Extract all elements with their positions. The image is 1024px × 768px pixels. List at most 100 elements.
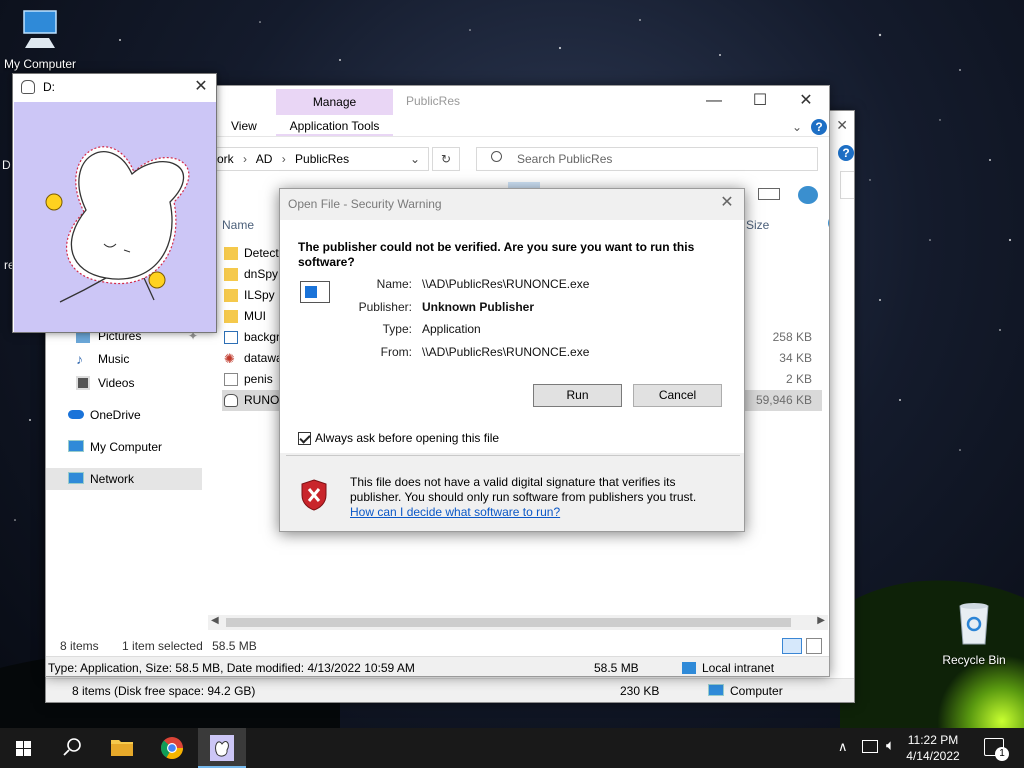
scroll-left-icon[interactable]: ◀: [211, 615, 219, 626]
file-name: MUI: [244, 309, 266, 323]
file-size: 2 KB: [785, 372, 812, 386]
file-size: 258 KB: [772, 330, 812, 344]
details-view-icon[interactable]: [782, 638, 802, 654]
checkbox-checked-icon[interactable]: [298, 432, 311, 445]
file-name: dnSpy: [244, 267, 279, 281]
sidebar-item-onedrive[interactable]: OneDrive: [50, 404, 185, 426]
taskbar-clock[interactable]: 11:22 PM 4/14/2022: [898, 732, 968, 764]
preview-pane-icon[interactable]: [758, 188, 780, 200]
status-size: 230 KB: [620, 684, 660, 698]
folder-icon: [224, 268, 238, 281]
minimize-button[interactable]: —: [691, 88, 737, 114]
windows-logo-icon: [16, 741, 31, 756]
sidebar-item-label: Network: [90, 472, 135, 486]
warning-text: This file does not have a valid digital …: [350, 475, 697, 504]
taskbar-file-explorer[interactable]: [98, 728, 146, 768]
bunny-illustration: [45, 146, 190, 303]
cancel-button[interactable]: Cancel: [633, 384, 722, 407]
desktop-icon-recycle-bin[interactable]: Recycle Bin: [934, 600, 1014, 667]
field-value-from: \\AD\PublicRes\RUNONCE.exe: [422, 345, 590, 359]
field-value-type: Application: [422, 322, 481, 336]
search-button[interactable]: [48, 728, 96, 768]
bunny-app-icon: [224, 394, 238, 407]
column-header-size[interactable]: Size: [746, 218, 769, 232]
globe-icon[interactable]: [828, 214, 829, 232]
taskbar-bunny-app[interactable]: [198, 728, 246, 768]
music-icon: ♪: [76, 351, 83, 367]
clock-date: 4/14/2022: [906, 749, 960, 763]
field-label-from: From:: [380, 345, 412, 359]
globe-icon[interactable]: [798, 186, 818, 204]
close-button[interactable]: ✕: [190, 76, 212, 98]
help-link[interactable]: How can I decide what software to run?: [350, 505, 560, 519]
network-tray-icon[interactable]: [862, 740, 878, 753]
tab-application-tools[interactable]: Application Tools: [276, 115, 393, 137]
file-name: penis: [244, 372, 273, 386]
horizontal-scrollbar[interactable]: ◀ ▶: [208, 615, 828, 630]
close-button[interactable]: ✕: [716, 192, 738, 214]
run-button[interactable]: Run: [533, 384, 622, 407]
desktop-icon-my-computer[interactable]: My Computer: [0, 8, 80, 71]
sidebar-item-network[interactable]: Network: [46, 468, 202, 490]
breadcrumb-part[interactable]: AD: [256, 152, 273, 166]
folder-icon: [224, 310, 238, 323]
maximize-button[interactable]: ☐: [737, 88, 783, 114]
status-item-count: 8 items: [60, 639, 99, 653]
chevron-down-icon[interactable]: ⌄: [410, 148, 420, 170]
folder-icon: [111, 740, 133, 756]
sidebar-item-videos[interactable]: Videos: [66, 372, 201, 394]
tab-manage[interactable]: Manage: [276, 89, 393, 115]
checkbox-label: Always ask before opening this file: [315, 431, 500, 445]
desktop-icon-label: My Computer: [3, 57, 77, 71]
show-hidden-icons-icon[interactable]: ∧: [838, 739, 848, 755]
dialog-body: The publisher could not be verified. Are…: [280, 220, 744, 453]
action-center-button[interactable]: 1: [984, 738, 1009, 761]
back-status-bar: 8 items (Disk free space: 94.2 GB) 230 K…: [46, 678, 854, 702]
zone-icon: [682, 662, 696, 674]
help-icon[interactable]: ?: [838, 145, 854, 161]
refresh-button[interactable]: ↻: [432, 147, 460, 171]
search-placeholder: Search PublicRes: [517, 152, 613, 166]
drive-d-window[interactable]: D: ✕: [12, 73, 217, 333]
tab-view[interactable]: View: [231, 119, 257, 133]
sidebar-item-music[interactable]: ♪ Music: [66, 348, 201, 370]
file-name: ILSpy: [244, 288, 275, 302]
dialog-title: Open File - Security Warning: [288, 197, 442, 211]
volume-icon[interactable]: 🔈︎: [886, 737, 895, 754]
bunny-app-icon: [210, 735, 234, 761]
close-button[interactable]: ✕: [783, 88, 829, 114]
recycle-bin-icon: [959, 603, 989, 645]
shield-warning-icon: [301, 479, 327, 511]
image-file-icon: [224, 331, 238, 344]
monitor-icon: [23, 10, 57, 48]
scrollbar-thumb[interactable]: [226, 618, 791, 627]
status-location: Computer: [730, 684, 783, 698]
start-button[interactable]: [0, 728, 48, 768]
sidebar-item-label: My Computer: [90, 440, 163, 454]
dialog-question: The publisher could not be verified. Are…: [298, 240, 695, 269]
clock-time: 11:22 PM: [907, 733, 959, 747]
sidebar-item-label: Music: [98, 352, 130, 366]
folder-icon: [224, 247, 238, 260]
search-input[interactable]: Search PublicRes: [476, 147, 818, 171]
details-info: Type: Application, Size: 58.5 MB, Date m…: [48, 661, 415, 675]
status-item-count: 8 items (Disk free space: 94.2 GB): [72, 684, 256, 698]
ribbon-expand-icon[interactable]: ⌄: [792, 120, 802, 134]
large-icons-view-icon[interactable]: [806, 638, 822, 654]
column-header-name[interactable]: Name: [222, 218, 254, 232]
details-bar: Type: Application, Size: 58.5 MB, Date m…: [46, 656, 829, 676]
file-size: 59,946 KB: [755, 393, 812, 407]
security-warning-dialog[interactable]: Open File - Security Warning ✕ The publi…: [279, 188, 745, 532]
breadcrumb-part[interactable]: ork: [217, 152, 234, 166]
sidebar-item-label: Videos: [98, 376, 135, 390]
videos-icon: [76, 376, 90, 390]
breadcrumb-part[interactable]: PublicRes: [295, 152, 349, 166]
file-name: Detect: [244, 246, 279, 260]
bunny-app-icon: [21, 80, 35, 94]
back-search-box: [840, 171, 854, 199]
taskbar-chrome[interactable]: [148, 728, 196, 768]
sidebar-item-my-computer[interactable]: My Computer: [50, 436, 185, 458]
scroll-right-icon[interactable]: ▶: [817, 615, 825, 626]
address-bar[interactable]: ork › AD › PublicRes ⌄: [196, 147, 429, 171]
help-icon[interactable]: ?: [811, 119, 827, 135]
